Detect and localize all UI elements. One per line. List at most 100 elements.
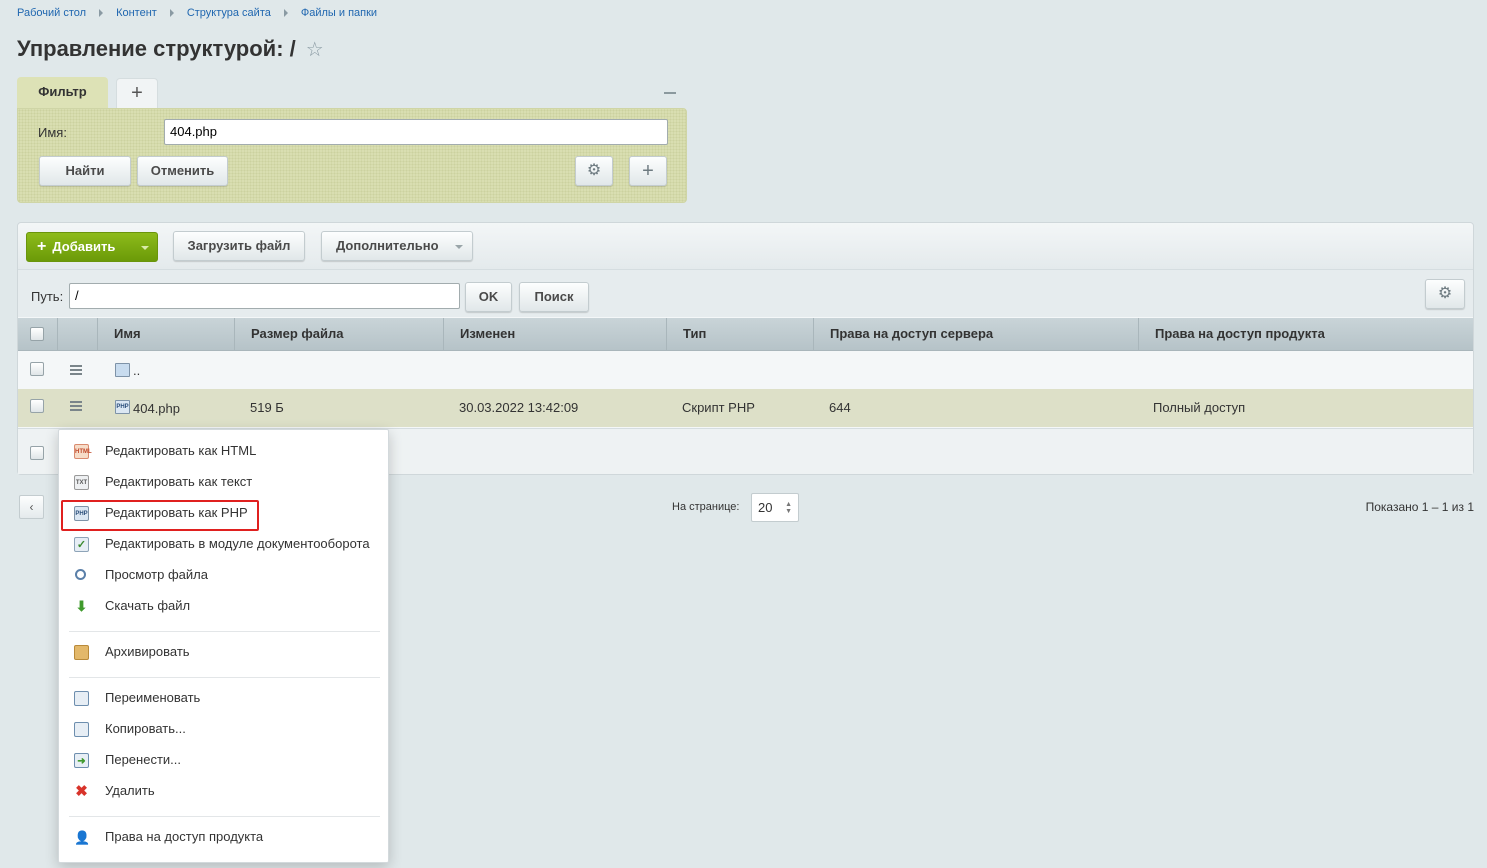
- table-row-file[interactable]: PHP 404.php 519 Б 30.03.2022 13:42:09 Ск…: [18, 389, 1473, 427]
- grid-toolbar: + Добавить Загрузить файл Дополнительно: [18, 223, 1473, 269]
- document-check-icon: ✓: [74, 537, 89, 552]
- add-filter-tab-button[interactable]: +: [116, 78, 158, 108]
- file-type: Скрипт PHP: [682, 400, 755, 415]
- menu-item-label: Удалить: [105, 783, 155, 798]
- path-ok-button[interactable]: OK: [465, 282, 512, 312]
- breadcrumb-content[interactable]: Контент: [116, 7, 157, 19]
- menu-item-label: Редактировать как текст: [105, 474, 253, 489]
- select-all-checkbox[interactable]: [30, 327, 44, 341]
- menu-item-label: Просмотр файла: [105, 567, 208, 582]
- path-label: Путь:: [31, 289, 64, 304]
- parent-folder-link[interactable]: ..: [133, 363, 140, 378]
- find-button[interactable]: Найти: [39, 156, 131, 186]
- menu-separator: [69, 816, 380, 817]
- column-header-type[interactable]: Тип: [667, 318, 814, 351]
- column-header-product-access[interactable]: Права на доступ продукта: [1139, 318, 1473, 351]
- filter-panel: Имя: 404.php Найти Отменить ⚙ +: [17, 108, 687, 203]
- column-header-modified[interactable]: Изменен: [444, 318, 667, 351]
- menu-item-delete[interactable]: ✖ Удалить: [59, 776, 388, 807]
- menu-item-view-file[interactable]: Просмотр файла: [59, 560, 388, 591]
- footer-checkbox[interactable]: [30, 446, 44, 460]
- folder-up-icon: [115, 363, 130, 377]
- highlight-edit-php: [61, 500, 259, 531]
- menu-item-label: Архивировать: [105, 644, 190, 659]
- breadcrumb-files-folders[interactable]: Файлы и папки: [301, 7, 377, 19]
- delete-x-icon: ✖: [75, 783, 88, 800]
- breadcrumb-separator-icon: [169, 9, 174, 17]
- file-server-access: 644: [829, 400, 851, 415]
- row-checkbox[interactable]: [30, 362, 44, 376]
- menu-item-edit-text[interactable]: TXT Редактировать как текст: [59, 467, 388, 498]
- row-menu-icon[interactable]: [70, 401, 82, 411]
- menu-item-edit-html[interactable]: HTML Редактировать как HTML: [59, 436, 388, 467]
- plus-icon: +: [642, 160, 654, 182]
- chevron-down-icon: [455, 245, 463, 249]
- upload-file-button[interactable]: Загрузить файл: [173, 231, 305, 261]
- rename-icon: [74, 691, 89, 706]
- menu-item-edit-workflow[interactable]: ✓ Редактировать в модуле документооборот…: [59, 529, 388, 560]
- menu-item-archive[interactable]: Архивировать: [59, 637, 388, 668]
- filter-settings-button[interactable]: ⚙: [575, 156, 613, 186]
- grid-settings-button[interactable]: ⚙: [1425, 279, 1465, 309]
- menu-item-move[interactable]: ➜ Перенести...: [59, 745, 388, 776]
- row-checkbox[interactable]: [30, 399, 44, 413]
- gear-icon: ⚙: [586, 162, 602, 179]
- menu-separator: [69, 677, 380, 678]
- table-header: Имя Размер файла Изменен Тип Права на до…: [18, 318, 1473, 351]
- tab-filter[interactable]: Фильтр: [17, 77, 108, 109]
- path-input[interactable]: /: [69, 283, 460, 309]
- menu-separator: [69, 631, 380, 632]
- breadcrumb-separator-icon: [283, 9, 288, 17]
- file-name-link[interactable]: 404.php: [133, 401, 180, 416]
- header-checkbox-cell: [18, 318, 58, 351]
- magnifier-icon: [75, 569, 86, 580]
- column-header-name[interactable]: Имя: [98, 318, 235, 351]
- menu-item-label: Копировать...: [105, 721, 186, 736]
- header-actions-cell: [58, 318, 98, 351]
- more-actions-button[interactable]: Дополнительно: [321, 231, 473, 261]
- menu-item-rename[interactable]: Переименовать: [59, 683, 388, 714]
- menu-item-product-access[interactable]: 👤 Права на доступ продукта: [59, 822, 388, 853]
- per-page-value: 20: [758, 500, 773, 515]
- more-actions-label: Дополнительно: [336, 238, 439, 253]
- per-page-select[interactable]: 20 ▲ ▼: [751, 493, 799, 522]
- path-bar: Путь: / OK Поиск ⚙: [18, 269, 1473, 317]
- per-page-label: На странице:: [672, 501, 740, 513]
- menu-item-label: Скачать файл: [105, 598, 191, 613]
- html-file-icon: HTML: [74, 444, 92, 459]
- page-title-text: Управление структурой: /: [17, 36, 296, 61]
- column-header-server-access[interactable]: Права на доступ сервера: [814, 318, 1139, 351]
- breadcrumb-site-structure[interactable]: Структура сайта: [187, 7, 271, 19]
- file-context-menu: HTML Редактировать как HTML TXT Редактир…: [58, 429, 389, 863]
- download-icon: ⬇: [75, 598, 88, 614]
- add-button[interactable]: + Добавить: [26, 232, 158, 262]
- breadcrumb-desktop[interactable]: Рабочий стол: [17, 7, 86, 19]
- menu-item-label: Перенести...: [105, 752, 181, 767]
- column-header-size[interactable]: Размер файла: [235, 318, 444, 351]
- menu-item-download[interactable]: ⬇ Скачать файл: [59, 591, 388, 622]
- breadcrumb-separator-icon: [99, 9, 104, 17]
- cancel-button[interactable]: Отменить: [137, 156, 228, 186]
- breadcrumb: Рабочий стол Контент Структура сайта Фай…: [17, 7, 377, 19]
- chevron-down-icon: [141, 246, 149, 250]
- menu-item-label: Редактировать в модуле документооборота: [105, 536, 370, 551]
- user-lock-icon: 👤: [74, 830, 91, 845]
- plus-icon: +: [37, 238, 47, 255]
- file-size: 519 Б: [250, 400, 284, 415]
- copy-icon: [74, 722, 89, 737]
- prev-page-button[interactable]: ‹: [19, 495, 44, 519]
- table-row-parent[interactable]: ..: [18, 352, 1473, 389]
- row-menu-icon[interactable]: [70, 365, 82, 375]
- move-icon: ➜: [74, 753, 89, 768]
- filter-name-input[interactable]: 404.php: [164, 119, 668, 145]
- menu-item-copy[interactable]: Копировать...: [59, 714, 388, 745]
- shown-count: Показано 1 – 1 из 1: [1365, 500, 1474, 514]
- star-icon[interactable]: ☆: [306, 37, 324, 62]
- gear-icon: ⚙: [1437, 285, 1453, 302]
- add-button-label: Добавить: [52, 239, 116, 254]
- filter-add-field-button[interactable]: +: [629, 156, 667, 186]
- search-button[interactable]: Поиск: [519, 282, 589, 312]
- collapse-filter-icon[interactable]: [664, 92, 676, 94]
- filter-name-label: Имя:: [38, 125, 67, 140]
- file-product-access: Полный доступ: [1153, 400, 1246, 415]
